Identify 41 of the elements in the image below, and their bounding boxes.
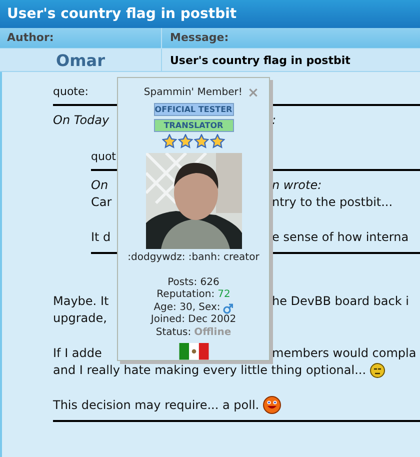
topic-title: User's country flag in postbit [7,4,237,24]
user-badge: TRANSLATOR [154,119,234,132]
user-badge: OFFICIAL TESTER [154,103,234,116]
posts-count: Posts: 626 [168,276,220,289]
post-text: e sense of how interna [272,230,409,244]
star-icon [194,134,209,149]
star-icon [210,134,225,149]
post-text: members would compla [272,346,416,360]
male-symbol-icon [223,302,234,314]
annoyed-smiley-icon [370,362,386,378]
post-text: n wrote: [272,178,322,192]
joined-date: Joined: Dec 2002 [150,314,236,327]
user-signature: :dodgywdz: :banh: creator [128,251,260,265]
star-icon [162,134,177,149]
post-text: On Today [53,113,110,127]
post-text: If I adde [53,346,102,360]
user-rank: Spammin' Member! [144,86,242,100]
close-button[interactable]: × [247,86,260,98]
status-label: Status: [156,326,192,340]
reputation-label: Reputation: [156,289,215,302]
post-text: quote: [53,84,88,98]
post-author: Omar [0,49,162,71]
post-text: Car [91,194,112,208]
post-text: It d [91,230,111,244]
flag-icon [178,343,208,360]
post-text: On [91,178,108,192]
post-text: upgrade, [53,310,107,324]
post-text: Maybe. It [53,294,109,308]
post-text: ntry to the postbit... [272,194,393,208]
status-value: Offline [194,326,232,340]
column-header: Message: [169,30,229,46]
post-subject: User's country flag in postbit [169,53,350,69]
reputation-value: 72 [218,289,230,302]
post-text: quot [91,150,116,163]
age-sex-label: Age: 30, Sex: [154,302,220,314]
grinning-smiley-icon [263,396,282,414]
star-icon [178,134,193,149]
post-text: and I really hate making every little thing optional... [53,362,366,378]
post-text: This decision may require... a poll. [53,396,260,414]
column-header: Author: [0,28,162,48]
post-text: he DevBB board back i [272,294,409,308]
